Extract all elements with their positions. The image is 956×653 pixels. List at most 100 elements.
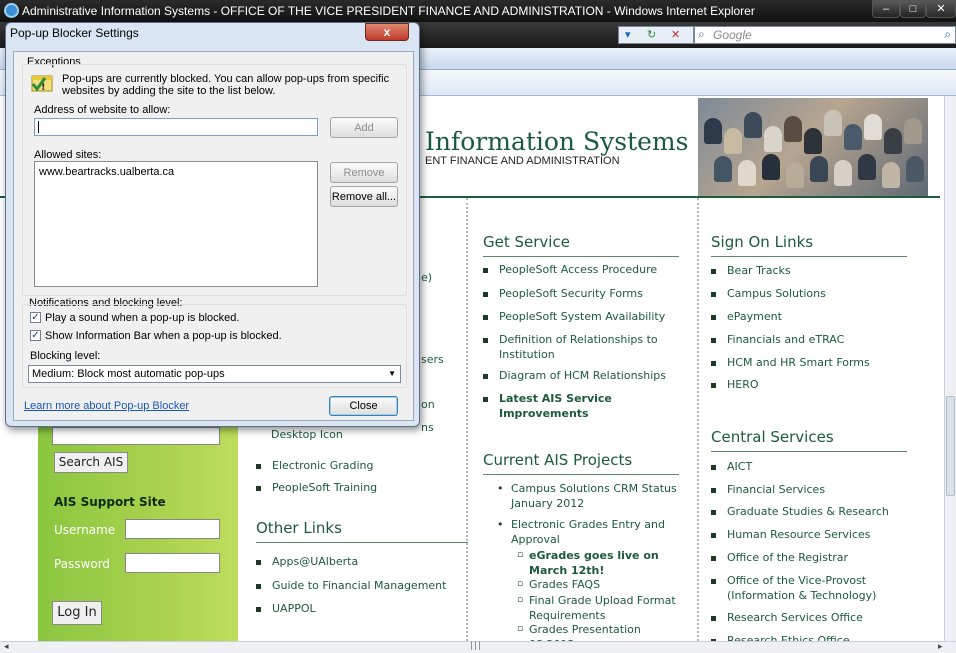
middle-link-item[interactable]: PeopleSoft Training [256, 480, 466, 495]
sign-on-item[interactable]: Bear Tracks [711, 263, 911, 278]
central-service-item[interactable]: Research Ethics Office [711, 633, 911, 641]
checkmark-icon: ✓ [31, 312, 40, 323]
scroll-left-icon[interactable]: ◂ [4, 642, 9, 652]
central-service-item[interactable]: Research Services Office [711, 610, 911, 625]
login-button[interactable]: Log In [52, 601, 102, 625]
project-sub-cut: 08 2012 [529, 637, 575, 641]
sign-on-heading: Sign On Links [711, 233, 907, 257]
close-window-button[interactable]: ✕ [926, 0, 956, 18]
staff-group-photo [698, 98, 928, 198]
horizontal-scrollbar[interactable]: ◂ ||| ▸ [0, 641, 956, 653]
sign-on-item[interactable]: Financials and eTRAC [711, 332, 911, 347]
address-label: Address of website to allow: [34, 104, 171, 116]
get-service-item[interactable]: PeopleSoft Access Procedure [483, 262, 679, 277]
dropdown-arrow-icon[interactable]: ▾ [625, 28, 631, 41]
other-link-item[interactable]: Guide to Financial Management [256, 578, 466, 593]
scroll-grip-icon[interactable]: ||| [470, 641, 482, 651]
partial-link-text: on [421, 398, 435, 411]
column-divider [466, 198, 468, 641]
sign-on-item[interactable]: HERO [711, 377, 911, 392]
other-links-heading: Other Links [256, 519, 468, 543]
username-input[interactable] [125, 519, 220, 539]
partial-link-text: e) [421, 271, 433, 284]
website-address-input[interactable] [34, 118, 318, 136]
allowed-sites-label: Allowed sites: [34, 149, 102, 161]
allowed-sites-list[interactable]: www.beartracks.ualberta.ca [34, 161, 318, 287]
text-caret [38, 121, 39, 133]
remove-all-button[interactable]: Remove all... [330, 186, 398, 207]
refresh-icon[interactable]: ↻ [647, 28, 656, 41]
search-input[interactable]: ⌕ Google ⌕ [694, 26, 956, 44]
password-label: Password [54, 557, 111, 571]
support-site-heading: AIS Support Site [54, 495, 166, 509]
central-service-item[interactable]: AICT [711, 459, 911, 474]
add-button[interactable]: Add [330, 117, 398, 138]
learn-more-link[interactable]: Learn more about Pop-up Blocker [24, 400, 189, 412]
central-service-item[interactable]: Graduate Studies & Research [711, 504, 911, 519]
central-service-item[interactable]: Human Resource Services [711, 527, 911, 542]
search-icon[interactable]: ⌕ [944, 27, 951, 42]
sign-on-item[interactable]: HCM and HR Smart Forms [711, 355, 911, 370]
sign-on-item[interactable]: ePayment [711, 309, 911, 324]
central-service-item[interactable]: Office of the Registrar [711, 550, 911, 565]
info-text-line1: Pop-ups are currently blocked. You can a… [62, 73, 390, 85]
get-service-heading: Get Service [483, 233, 679, 257]
get-service-item[interactable]: PeopleSoft System Availability [483, 309, 679, 324]
project-sub-item[interactable]: Grades Presentation [517, 622, 677, 637]
search-placeholder: Google [713, 28, 752, 42]
scroll-right-icon[interactable]: ▸ [938, 642, 943, 652]
close-button[interactable]: Close [329, 396, 398, 416]
search-ais-input[interactable] [52, 427, 220, 445]
browser-title: Administrative Information Systems - OFF… [22, 4, 755, 18]
partial-link-text: sers [421, 353, 444, 366]
vertical-scrollbar[interactable] [944, 96, 956, 641]
password-input[interactable] [125, 553, 220, 573]
stop-icon[interactable]: ✕ [671, 28, 680, 41]
blocking-level-label: Blocking level: [30, 350, 101, 362]
dialog-close-x-button[interactable]: x [365, 23, 409, 41]
play-sound-checkbox[interactable]: ✓ [30, 312, 41, 323]
sign-on-item[interactable]: Campus Solutions [711, 286, 911, 301]
site-title: Information Systems [425, 127, 689, 156]
ie-logo-icon [4, 3, 19, 18]
minimize-button[interactable]: – [872, 0, 900, 18]
other-link-item[interactable]: UAPPOL [256, 601, 466, 616]
show-info-bar-checkbox[interactable]: ✓ [30, 330, 41, 341]
maximize-button[interactable]: □ [900, 0, 926, 18]
show-info-bar-label: Show Information Bar when a pop-up is bl… [45, 330, 282, 342]
get-service-item[interactable]: Diagram of HCM Relationships [483, 368, 679, 383]
checkmark-icon: ✓ [31, 330, 40, 341]
desktop-icon-link[interactable]: Desktop Icon [271, 427, 343, 442]
get-service-item[interactable]: PeopleSoft Security Forms [483, 286, 679, 301]
search-ais-button[interactable]: Search AIS [54, 452, 128, 473]
project-crm-status[interactable]: Campus Solutions CRM Status January 2012 [495, 481, 685, 511]
other-link-item[interactable]: Apps@UAlberta [256, 554, 466, 569]
project-electronic-grades[interactable]: Electronic Grades Entry and Approval [495, 517, 685, 547]
info-text-line2: websites by adding the site to the list … [62, 85, 276, 97]
project-sub-item[interactable]: eGrades goes live on March 12th! [517, 548, 677, 578]
popup-blocker-dialog: Pop-up Blocker Settings x Exceptions ! P… [5, 22, 420, 427]
central-service-item[interactable]: Office of the Vice-Provost (Information … [711, 573, 911, 603]
get-service-item[interactable]: Latest AIS Service Improvements [483, 391, 679, 421]
play-sound-label: Play a sound when a pop-up is blocked. [45, 312, 240, 324]
central-service-item[interactable]: Financial Services [711, 482, 911, 497]
blocking-level-value: Medium: Block most automatic pop-ups [32, 368, 225, 380]
popup-blocker-icon: ! [31, 75, 53, 93]
dialog-title: Pop-up Blocker Settings [10, 26, 139, 40]
middle-link-item[interactable]: Electronic Grading [256, 458, 466, 473]
central-services-heading: Central Services [711, 428, 907, 452]
get-service-item[interactable]: Definition of Relationships to Instituti… [483, 332, 679, 362]
site-subtitle: ENT FINANCE AND ADMINISTRATION [425, 155, 620, 167]
browser-titlebar: Administrative Information Systems - OFF… [0, 0, 956, 22]
project-sub-item[interactable]: Final Grade Upload Format Requirements [517, 593, 677, 623]
current-projects-heading: Current AIS Projects [483, 451, 679, 475]
address-controls: ▾ ↻ ✕ [618, 26, 694, 44]
project-sub-item[interactable]: Grades FAQS [517, 577, 677, 592]
dialog-body: Exceptions ! Pop-ups are currently block… [13, 51, 414, 421]
allowed-site-item[interactable]: www.beartracks.ualberta.ca [39, 166, 174, 178]
vertical-scroll-thumb[interactable] [946, 396, 955, 496]
partial-link-text: ns [421, 421, 434, 434]
chevron-down-icon: ▼ [388, 369, 396, 378]
remove-button[interactable]: Remove [330, 162, 398, 183]
blocking-level-select[interactable]: Medium: Block most automatic pop-ups ▼ [28, 365, 401, 383]
